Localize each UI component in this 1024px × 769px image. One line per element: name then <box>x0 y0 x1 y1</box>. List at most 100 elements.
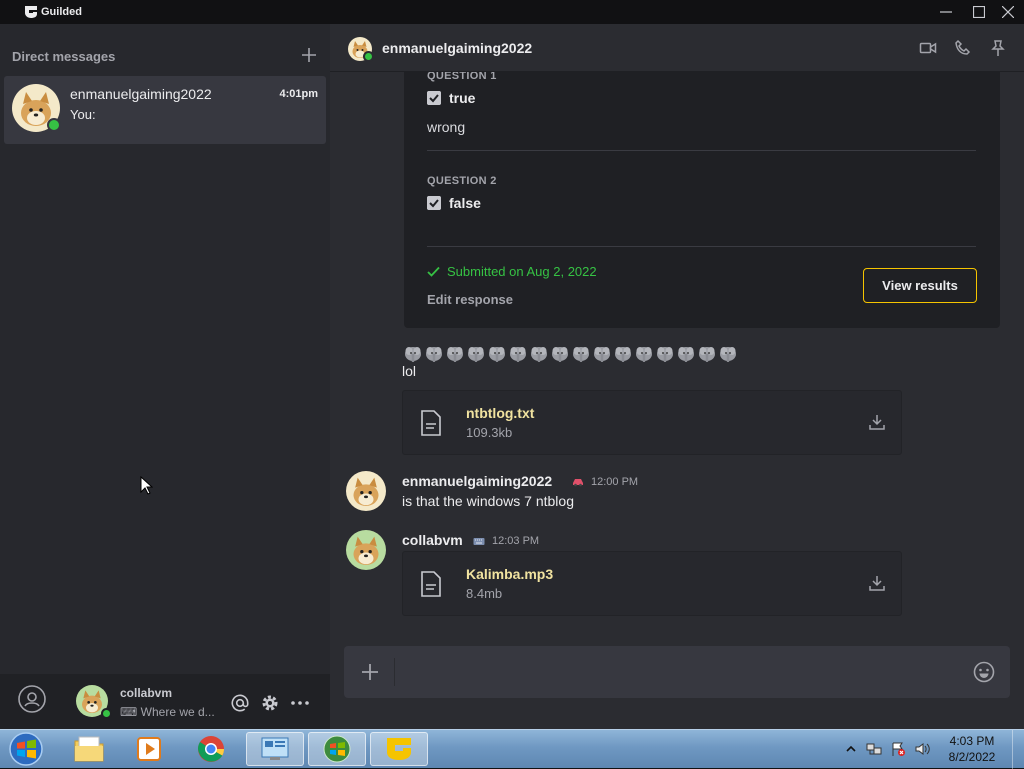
pin-icon[interactable] <box>989 39 1007 57</box>
divider <box>427 246 976 247</box>
taskbar-media-player[interactable] <box>120 732 178 766</box>
online-status-dot <box>47 118 61 132</box>
windows-taskbar: 4:03 PM 8/2/2022 <box>0 729 1024 769</box>
media-player-icon <box>137 737 161 761</box>
direct-messages-header: Direct messages <box>12 49 116 64</box>
sidebar: Direct messages enmanuelgaiming2022 4:01… <box>0 24 330 729</box>
question-1-answer: true <box>449 90 476 106</box>
user-online-dot <box>101 708 112 719</box>
divider <box>427 150 976 151</box>
message-timestamp: 12:03 PM <box>492 535 540 547</box>
header-online-dot <box>363 51 374 62</box>
windows-flag-icon <box>323 735 351 763</box>
mentions-at-icon[interactable] <box>230 693 250 713</box>
emoji-picker-icon[interactable] <box>973 661 995 683</box>
overlay-icon[interactable] <box>17 684 47 714</box>
user-status: ⌨ Where we d... <box>120 705 215 719</box>
check-icon <box>427 266 440 277</box>
message-composer[interactable] <box>344 646 1010 698</box>
submitted-status: Submitted on Aug 2, 2022 <box>447 264 597 279</box>
chat-title: enmanuelgaiming2022 <box>382 40 533 56</box>
add-dm-plus-icon[interactable] <box>300 46 318 64</box>
message-text: is that the windows 7 ntblog <box>402 493 574 509</box>
dm-time: 4:01pm <box>279 88 318 100</box>
view-results-button[interactable]: View results <box>863 268 977 303</box>
elephant-emoji-icon <box>594 347 610 362</box>
elephant-emoji-icon <box>678 347 694 362</box>
checkbox-checked-icon <box>427 196 441 210</box>
message-timestamp: 12:00 PM <box>591 476 639 488</box>
question-1-text: wrong <box>427 119 466 135</box>
message-avatar[interactable] <box>346 471 386 511</box>
dm-preview: You: <box>70 107 96 122</box>
file-document-icon <box>421 571 441 597</box>
elephant-emoji-icon <box>489 347 505 362</box>
app-title: Guilded <box>41 6 82 18</box>
elephant-emoji-icon <box>468 347 484 362</box>
volume-speaker-icon[interactable] <box>914 741 930 757</box>
show-desktop-button[interactable] <box>1012 730 1024 769</box>
edit-response-link[interactable]: Edit response <box>427 292 513 307</box>
dm-list-item[interactable]: enmanuelgaiming2022 4:01pm You: <box>4 76 326 144</box>
file-size: 109.3kb <box>466 425 513 440</box>
emoji-row <box>404 344 737 362</box>
file-name[interactable]: ntbtlog.txt <box>466 405 534 421</box>
elephant-emoji-icon <box>657 347 673 362</box>
taskbar-windows-update[interactable] <box>308 732 366 766</box>
elephant-emoji-icon <box>426 347 442 362</box>
more-options-icon[interactable] <box>290 693 310 713</box>
file-name[interactable]: Kalimba.mp3 <box>466 566 553 582</box>
elephant-emoji-icon <box>552 347 568 362</box>
add-attachment-plus-icon[interactable] <box>360 662 380 682</box>
elephant-emoji-icon <box>615 347 631 362</box>
message-avatar[interactable] <box>346 530 386 570</box>
chat-area: enmanuelgaiming2022 QUESTION 1 true wron… <box>330 24 1024 729</box>
clock-time: 4:03 PM <box>949 734 995 748</box>
taskbar-control-panel[interactable] <box>246 732 304 766</box>
control-panel-icon <box>261 737 289 760</box>
car-badge-icon <box>573 479 583 487</box>
minimize-button[interactable] <box>931 0 961 24</box>
elephant-emoji-icon <box>510 347 526 362</box>
file-attachment[interactable]: ntbtlog.txt 109.3kb <box>402 390 902 455</box>
chrome-icon <box>197 736 225 762</box>
message-text: lol <box>402 363 417 379</box>
action-center-flag-icon[interactable] <box>890 741 906 757</box>
elephant-emoji-icon <box>573 347 589 362</box>
elephant-emoji-icon <box>531 347 547 362</box>
message-author[interactable]: enmanuelgaiming2022 <box>402 473 552 489</box>
file-size: 8.4mb <box>466 586 503 601</box>
show-hidden-icons-arrow[interactable] <box>846 743 856 755</box>
chat-header: enmanuelgaiming2022 <box>330 24 1024 72</box>
video-call-icon[interactable] <box>919 39 937 57</box>
elephant-emoji-icon <box>447 347 463 362</box>
elephant-emoji-icon <box>720 347 736 362</box>
settings-gear-icon[interactable] <box>260 693 280 713</box>
taskbar-chrome[interactable] <box>182 732 240 766</box>
voice-call-phone-icon[interactable] <box>954 39 972 57</box>
clock-date: 8/2/2022 <box>948 750 996 764</box>
start-button-windows-icon[interactable] <box>6 731 46 767</box>
elephant-emoji-icon <box>405 347 421 362</box>
question-2-label: QUESTION 2 <box>427 175 497 187</box>
taskbar-explorer[interactable] <box>60 732 118 766</box>
user-name: collabvm <box>120 686 173 700</box>
message-author[interactable]: collabvm <box>402 532 463 548</box>
guilded-logo-icon <box>25 6 37 18</box>
elephant-emoji-icon <box>636 347 652 362</box>
dm-name: enmanuelgaiming2022 <box>70 86 212 102</box>
file-document-icon <box>421 410 441 436</box>
keyboard-badge-icon <box>473 538 485 545</box>
taskbar-guilded[interactable] <box>370 732 428 766</box>
download-icon[interactable] <box>868 574 886 592</box>
title-bar: Guilded <box>0 0 1024 24</box>
close-button[interactable] <box>993 0 1023 24</box>
user-panel: collabvm ⌨ Where we d... <box>0 674 330 729</box>
system-clock[interactable]: 4:03 PM 8/2/2022 <box>942 733 1002 765</box>
file-attachment[interactable]: Kalimba.mp3 8.4mb <box>402 551 902 616</box>
checkbox-checked-icon <box>427 91 441 105</box>
mouse-cursor-icon <box>140 476 153 495</box>
network-icon[interactable] <box>866 741 882 757</box>
download-icon[interactable] <box>868 413 886 431</box>
maximize-button[interactable] <box>964 0 994 24</box>
